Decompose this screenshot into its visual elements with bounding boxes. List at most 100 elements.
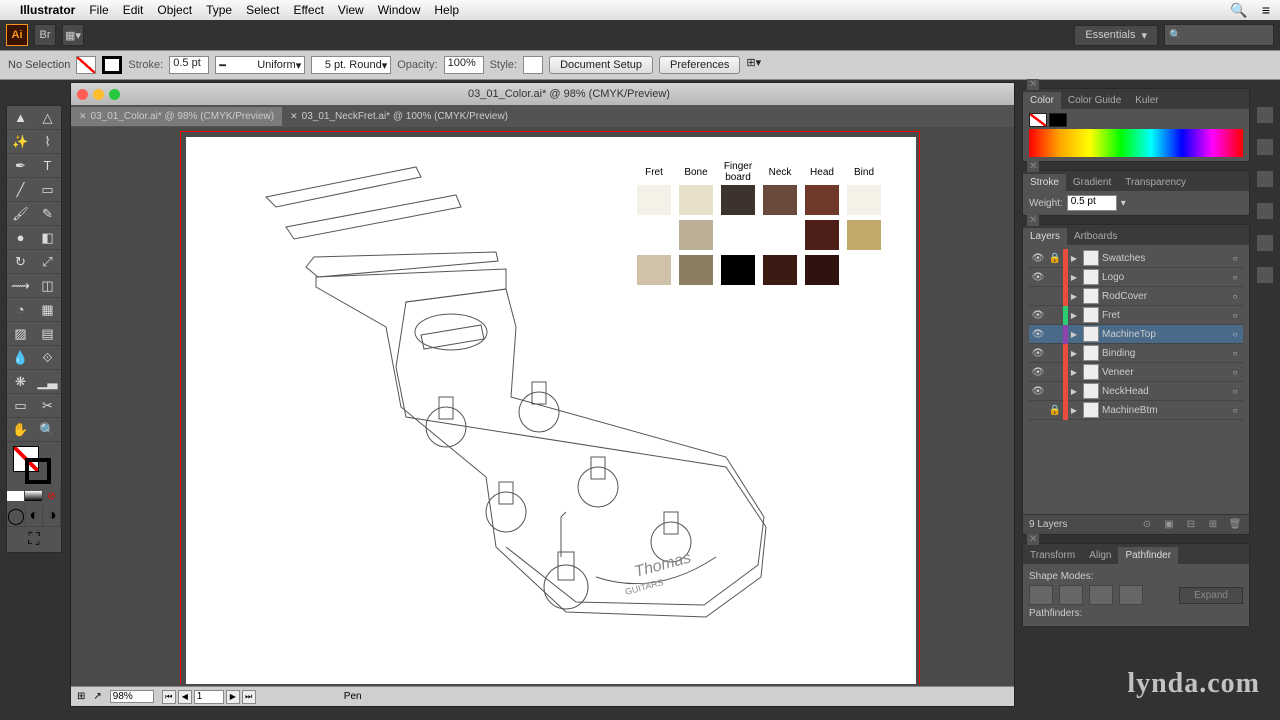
disclosure-icon[interactable]: ▶ — [1068, 368, 1080, 377]
tab-color-guide[interactable]: Color Guide — [1061, 92, 1128, 109]
make-clipping-icon[interactable]: ▣ — [1161, 519, 1177, 530]
prev-artboard-button[interactable]: ◀ — [178, 690, 192, 704]
layer-row[interactable]: 👁▶MachineTop○ — [1029, 325, 1243, 344]
paintbrush-tool[interactable]: 🖌 — [7, 202, 34, 226]
visibility-toggle[interactable]: 👁 — [1029, 253, 1047, 264]
width-tool[interactable]: ⟿ — [7, 274, 34, 298]
target-icon[interactable]: ○ — [1227, 349, 1243, 358]
document-setup-button[interactable]: Document Setup — [549, 56, 653, 74]
gradient-tool[interactable]: ▤ — [34, 322, 61, 346]
menu-view[interactable]: View — [338, 3, 364, 17]
visibility-toggle[interactable]: 👁 — [1029, 329, 1047, 340]
next-artboard-button[interactable]: ▶ — [226, 690, 240, 704]
panel-fill-swatch[interactable] — [1029, 113, 1047, 127]
workspace-switcher[interactable]: Essentials▾ — [1074, 25, 1158, 46]
menu-extras-icon[interactable]: ≡ — [1262, 2, 1270, 19]
zoom-window-button[interactable] — [109, 89, 120, 100]
shape-builder-tool[interactable]: ◔ — [7, 298, 34, 322]
draw-behind[interactable]: ◐ — [26, 506, 44, 526]
brush-dropdown[interactable]: 5 pt. Round▾ — [311, 56, 391, 74]
visibility-toggle[interactable]: 👁 — [1029, 348, 1047, 359]
target-icon[interactable]: ○ — [1227, 292, 1243, 301]
disclosure-icon[interactable]: ▶ — [1068, 254, 1080, 263]
eraser-tool[interactable]: ◧ — [34, 226, 61, 250]
disclosure-icon[interactable]: ▶ — [1068, 349, 1080, 358]
bridge-button[interactable]: Br — [34, 24, 56, 46]
opacity-field[interactable]: 100% — [444, 56, 484, 74]
doc-tab-0[interactable]: ✕03_01_Color.ai* @ 98% (CMYK/Preview) — [71, 107, 282, 126]
layer-name[interactable]: Veneer — [1102, 367, 1227, 378]
layer-name[interactable]: NeckHead — [1102, 386, 1227, 397]
layer-name[interactable]: Logo — [1102, 272, 1227, 283]
fill-swatch[interactable] — [76, 56, 96, 74]
pencil-tool[interactable]: ✎ — [34, 202, 61, 226]
visibility-toggle[interactable]: 👁 — [1029, 367, 1047, 378]
menu-select[interactable]: Select — [246, 3, 279, 17]
menu-effect[interactable]: Effect — [293, 3, 323, 17]
fill-stroke-indicator[interactable] — [7, 442, 61, 486]
layer-row[interactable]: 👁🔒▶Swatches○ — [1029, 249, 1243, 268]
symbol-sprayer-tool[interactable]: ❋ — [7, 370, 34, 394]
tab-align[interactable]: Align — [1082, 547, 1118, 564]
layer-row[interactable]: 👁▶Veneer○ — [1029, 363, 1243, 382]
draw-inside[interactable]: ◑ — [43, 506, 61, 526]
app-name[interactable]: Illustrator — [20, 3, 75, 17]
close-window-button[interactable] — [77, 89, 88, 100]
stroke-swatch[interactable] — [102, 56, 122, 74]
hand-tool[interactable]: ✋ — [7, 418, 34, 442]
close-icon[interactable]: ✕ — [79, 111, 87, 122]
new-sublayer-icon[interactable]: ⊟ — [1183, 519, 1199, 530]
first-artboard-button[interactable]: ⏮ — [162, 690, 176, 704]
layer-row[interactable]: 🔒▶MachineBtm○ — [1029, 401, 1243, 420]
minus-front-button[interactable] — [1059, 585, 1083, 605]
lock-toggle[interactable]: 🔒 — [1047, 253, 1063, 264]
canvas[interactable]: Thomas GUITARS FretBoneFingerboardNeckHe… — [75, 127, 1010, 684]
panel-icon[interactable] — [1256, 202, 1274, 220]
visibility-toggle[interactable]: 👁 — [1029, 272, 1047, 283]
visibility-toggle[interactable]: 👁 — [1029, 386, 1047, 397]
panel-stroke-swatch[interactable] — [1049, 113, 1067, 127]
new-layer-icon[interactable]: ⊞ — [1205, 519, 1221, 530]
layer-row[interactable]: 👁▶NeckHead○ — [1029, 382, 1243, 401]
rectangle-tool[interactable]: ▭ — [34, 178, 61, 202]
layer-row[interactable]: 👁▶Binding○ — [1029, 344, 1243, 363]
artboard-tool[interactable]: ▭ — [7, 394, 34, 418]
panel-icon[interactable] — [1256, 106, 1274, 124]
layer-name[interactable]: Fret — [1102, 310, 1227, 321]
scale-tool[interactable]: ⤢ — [34, 250, 61, 274]
blob-brush-tool[interactable]: ● — [7, 226, 34, 250]
gradient-mode-btn[interactable] — [25, 491, 43, 501]
screen-mode-button[interactable]: ⛶ — [7, 526, 61, 552]
exclude-button[interactable] — [1119, 585, 1143, 605]
color-mode-btn[interactable] — [7, 491, 25, 501]
none-mode-btn[interactable]: ⊘ — [43, 486, 61, 506]
disclosure-icon[interactable]: ▶ — [1068, 292, 1080, 301]
intersect-button[interactable] — [1089, 585, 1113, 605]
lasso-tool[interactable]: ⌇ — [34, 130, 61, 154]
color-spectrum[interactable] — [1029, 129, 1243, 157]
target-icon[interactable]: ○ — [1227, 387, 1243, 396]
perspective-grid-tool[interactable]: ▦ — [34, 298, 61, 322]
lock-toggle[interactable]: 🔒 — [1047, 405, 1063, 416]
tab-gradient[interactable]: Gradient — [1066, 174, 1118, 191]
tab-transparency[interactable]: Transparency — [1118, 174, 1193, 191]
menu-object[interactable]: Object — [157, 3, 192, 17]
disclosure-icon[interactable]: ▶ — [1068, 406, 1080, 415]
menu-window[interactable]: Window — [378, 3, 421, 17]
tab-color[interactable]: Color — [1023, 92, 1061, 109]
window-titlebar[interactable]: 03_01_Color.ai* @ 98% (CMYK/Preview) — [71, 83, 1014, 105]
panel-icon[interactable] — [1256, 266, 1274, 284]
eyedropper-tool[interactable]: 💧 — [7, 346, 34, 370]
mesh-tool[interactable]: ▨ — [7, 322, 34, 346]
zoom-field[interactable]: 98% — [110, 690, 154, 703]
layer-name[interactable]: MachineBtm — [1102, 405, 1227, 416]
stroke-profile-dropdown[interactable]: ━Uniform▾ — [215, 56, 305, 74]
close-icon[interactable]: ✕ — [1027, 161, 1039, 172]
free-transform-tool[interactable]: ◫ — [34, 274, 61, 298]
arrange-button[interactable]: ▦▾ — [62, 24, 84, 46]
tab-kuler[interactable]: Kuler — [1128, 92, 1165, 109]
panel-icon[interactable] — [1256, 234, 1274, 252]
menu-type[interactable]: Type — [206, 3, 232, 17]
pen-tool[interactable]: ✒ — [7, 154, 34, 178]
layer-row[interactable]: 👁▶Fret○ — [1029, 306, 1243, 325]
